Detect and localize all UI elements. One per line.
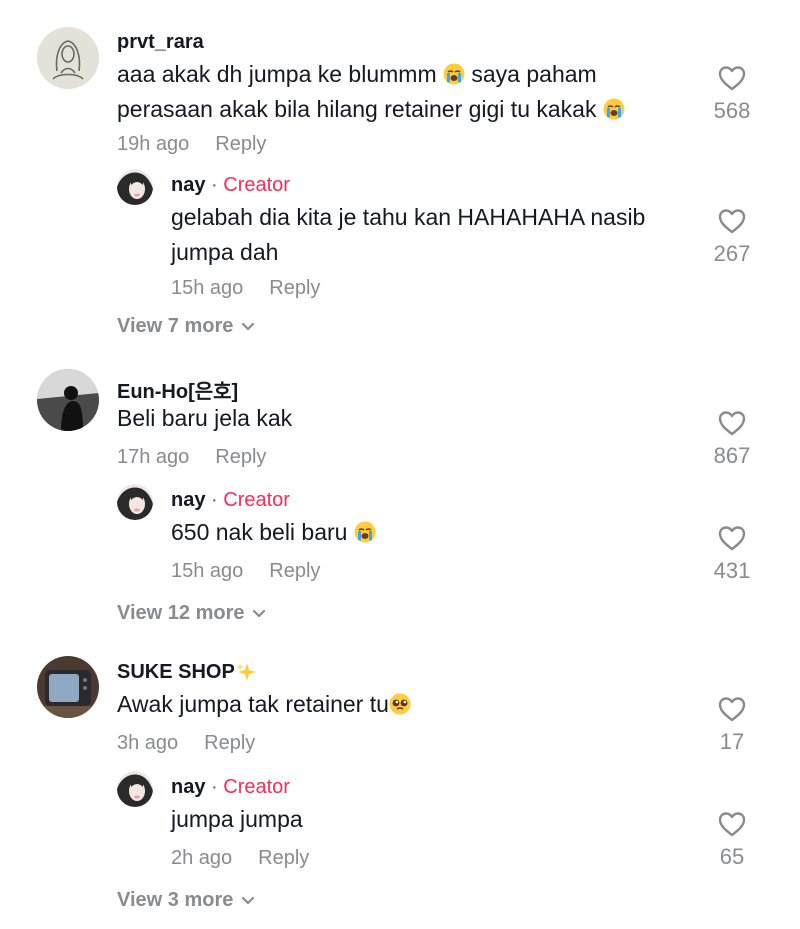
comment-text-part: perasaan akak bila hilang retainer gigi …: [117, 96, 597, 122]
like-button[interactable]: 17: [710, 695, 754, 755]
pleading-face-emoji: [389, 693, 411, 715]
heart-outline-icon: [718, 66, 746, 91]
creator-badge: Creator: [223, 489, 290, 511]
view-more-label: View 3 more: [117, 889, 234, 911]
like-button[interactable]: 568: [710, 64, 754, 124]
avatar[interactable]: [37, 369, 99, 431]
like-count: 431: [713, 558, 751, 583]
creator-badge: Creator: [223, 776, 290, 798]
heart-outline-icon: [718, 411, 746, 436]
reply-header: nay · Creator: [171, 776, 290, 799]
reply-text: 650 nak beli baru: [171, 515, 691, 550]
view-more-label: View 7 more: [117, 315, 234, 337]
like-button[interactable]: 431: [710, 524, 754, 584]
comment-meta: 3h ago Reply: [117, 732, 255, 755]
reply-meta: 15h ago Reply: [171, 560, 320, 583]
comment-text-part: saya paham: [471, 61, 597, 87]
like-count: 568: [713, 98, 751, 123]
reply-text: jumpa jumpa: [171, 806, 303, 832]
comment-timestamp: 19h ago: [117, 133, 190, 155]
comment-text-part: aaa akak dh jumpa ke blummm: [117, 61, 437, 87]
avatar[interactable]: [117, 169, 153, 205]
reply-timestamp: 2h ago: [171, 847, 233, 869]
avatar[interactable]: [37, 27, 99, 89]
comment-username-row: SUKE SHOP: [117, 661, 256, 684]
heart-outline-icon: [718, 812, 746, 837]
comment-timestamp: 3h ago: [117, 732, 179, 754]
reply-timestamp: 15h ago: [171, 560, 244, 582]
reply-username[interactable]: nay: [171, 174, 205, 196]
separator: ·: [211, 776, 218, 798]
reply-button[interactable]: Reply: [215, 446, 266, 469]
chevron-down-icon: [242, 896, 255, 904]
chevron-down-icon: [253, 609, 266, 617]
avatar[interactable]: [117, 771, 153, 807]
creator-badge: Creator: [223, 174, 290, 196]
like-count: 65: [719, 844, 745, 869]
reply-timestamp: 15h ago: [171, 277, 244, 299]
separator: ·: [211, 489, 218, 511]
heart-outline-icon: [718, 697, 746, 722]
comment-meta: 19h ago Reply: [117, 133, 266, 156]
comment-username[interactable]: SUKE SHOP: [117, 661, 235, 683]
view-more-label: View 12 more: [117, 602, 245, 624]
view-more-replies-button[interactable]: View 12 more: [117, 602, 266, 625]
like-button[interactable]: 65: [710, 810, 754, 870]
reply-username[interactable]: nay: [171, 776, 205, 798]
comment-text: Awak jumpa tak retainer tu: [117, 687, 677, 722]
reply-text-part: 650 nak beli baru: [171, 519, 348, 545]
reply-username[interactable]: nay: [171, 489, 205, 511]
reply-button[interactable]: Reply: [204, 732, 255, 755]
reply-button[interactable]: Reply: [269, 277, 320, 300]
like-button[interactable]: 867: [710, 409, 754, 469]
reply-header: nay · Creator: [171, 489, 290, 512]
reply-button[interactable]: Reply: [258, 847, 309, 870]
comment-text-part: Awak jumpa tak retainer tu: [117, 691, 389, 717]
reply-meta: 2h ago Reply: [171, 847, 309, 870]
heart-outline-icon: [718, 526, 746, 551]
sparkles-emoji: [235, 661, 256, 681]
comment-text: Beli baru jela kak: [117, 405, 293, 431]
loudly-crying-emoji: [603, 98, 625, 120]
view-more-replies-button[interactable]: View 7 more: [117, 315, 255, 338]
loudly-crying-emoji: [443, 63, 465, 85]
comment-timestamp: 17h ago: [117, 446, 190, 468]
reply-header: nay · Creator: [171, 174, 290, 197]
reply-button[interactable]: Reply: [269, 560, 320, 583]
like-button[interactable]: 267: [710, 207, 754, 267]
comment-meta: 17h ago Reply: [117, 446, 266, 469]
comment-username[interactable]: Eun-Ho[은호]: [117, 375, 238, 404]
reply-text: gelabah dia kita je tahu kan HAHAHAHA na…: [171, 204, 646, 265]
like-count: 867: [713, 443, 751, 468]
avatar[interactable]: [117, 484, 153, 520]
heart-outline-icon: [718, 209, 746, 234]
comment-username[interactable]: prvt_rara: [117, 31, 204, 54]
separator: ·: [211, 174, 218, 196]
reply-button[interactable]: Reply: [215, 133, 266, 156]
loudly-crying-emoji: [354, 521, 376, 543]
like-count: 17: [719, 729, 745, 754]
comment-text: aaa akak dh jumpa ke blummm saya paham p…: [117, 57, 697, 127]
chevron-down-icon: [242, 322, 255, 330]
view-more-replies-button[interactable]: View 3 more: [117, 889, 255, 912]
like-count: 267: [713, 241, 751, 266]
reply-meta: 15h ago Reply: [171, 277, 320, 300]
avatar[interactable]: [37, 656, 99, 718]
